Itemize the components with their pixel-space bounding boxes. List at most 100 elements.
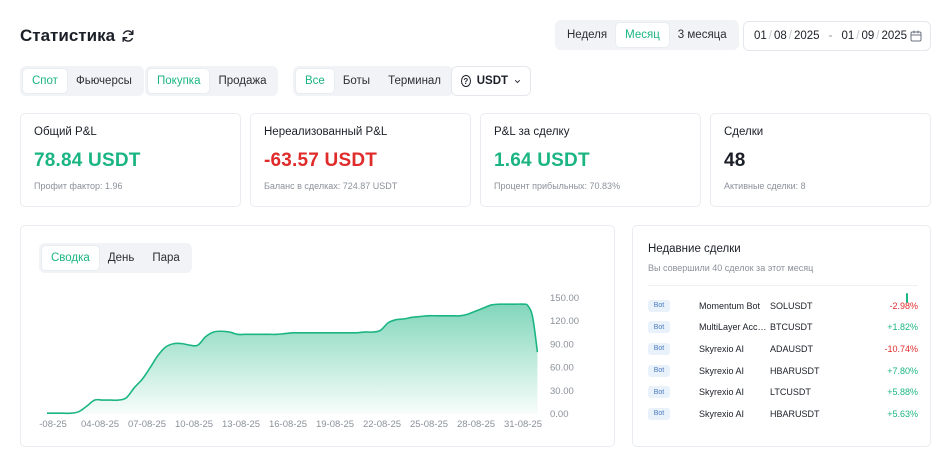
recent-trades-scrollbar[interactable] [906,293,908,303]
market-filter: Спот Фьючерсы [20,66,144,96]
tab-week[interactable]: Неделя [558,23,616,47]
trade-bot-name: MultiLayer Accumulator [699,322,770,333]
trade-pnl: -2.98% [889,300,918,311]
trade-row[interactable]: Bot Skyrexio AI ADAUSDT -10.74% [648,338,918,360]
stat-value: -63.57 USDT [264,150,378,171]
stat-label: Общий P&L [34,126,97,138]
x-tick-label: 28-08-25 [457,419,495,430]
trade-pnl: -10.74% [884,343,918,354]
stat-card-trades: Сделки 48 Активные сделки: 8 [710,113,931,207]
trade-bot-name: Skyrexio AI [699,343,745,354]
x-tick-label: 19-08-25 [316,419,354,430]
date-to-month[interactable]: 09 [861,30,874,42]
period-tabs: Неделя Месяц 3 месяца [555,20,739,50]
x-tick-label: 31-08-25 [504,419,542,430]
trade-row[interactable]: Bot Skyrexio AI LTCUSDT +5.88% [648,381,918,403]
stat-card-pnl-per-trade: P&L за сделку 1.64 USDT Процент прибыльн… [480,113,701,207]
help-icon: ? [461,75,471,87]
y-tick-label: 90.00 [550,339,574,350]
filter-futures[interactable]: Фьючерсы [67,69,141,93]
stat-label: P&L за сделку [494,126,570,138]
x-tick-label: 10-08-25 [175,419,213,430]
stat-card-unrealized-pnl: Нереализованный P&L -63.57 USDT Баланс в… [250,113,471,207]
stat-sub: Активные сделки: 8 [724,181,806,191]
date-from-day[interactable]: 01 [754,30,767,42]
stat-sub: Баланс в сделках: 724.87 USDT [264,181,398,191]
recent-trades-subtitle: Вы совершили 40 сделок за этот месяц [648,263,814,273]
date-range-picker[interactable]: 01/ 08/ 2025 - 01/ 09/ 2025 [743,21,931,51]
stat-value: 48 [724,150,746,171]
tab-3-months[interactable]: 3 месяца [669,23,736,47]
trade-pair: SOLUSDT [770,300,813,311]
trade-row[interactable]: Bot Skyrexio AI HBARUSDT +5.63% [648,403,918,425]
source-filter: Все Боты Терминал [293,66,454,96]
trade-bot-name: Skyrexio AI [699,387,745,398]
currency-value: USDT [476,75,509,87]
stat-sub: Профит фактор: 1.96 [34,181,123,191]
x-tick-label: -08-25 [39,419,66,430]
x-tick-label: 07-08-25 [128,419,166,430]
date-from-year[interactable]: 2025 [794,30,820,42]
divider [648,285,918,286]
bot-badge: Bot [648,386,670,399]
trade-pair: HBARUSDT [770,408,820,419]
trade-pnl: +5.88% [887,387,918,398]
filter-terminal[interactable]: Терминал [379,69,450,93]
y-tick-label: 120.00 [550,316,579,327]
filter-sell[interactable]: Продажа [209,69,275,93]
recent-trades-title: Недавние сделки [648,243,741,255]
chevron-down-icon [515,79,521,83]
page-title-text: Статистика [20,26,116,45]
stat-value: 78.84 USDT [34,150,141,171]
x-tick-label: 04-08-25 [81,419,119,430]
trade-row[interactable]: Bot Momentum Bot SOLUSDT -2.98% [648,295,918,317]
y-tick-label: 60.00 [550,363,574,374]
filter-spot[interactable]: Спот [23,69,67,93]
bot-badge: Bot [648,342,670,355]
trade-bot-name: Momentum Bot [699,300,761,311]
bot-badge: Bot [648,299,670,312]
trade-pnl: +1.82% [887,322,918,333]
stat-card-total-pnl: Общий P&L 78.84 USDT Профит фактор: 1.96 [20,113,241,207]
bot-badge: Bot [648,407,670,420]
recent-trades-list: Bot Momentum Bot SOLUSDT -2.98% Bot Mult… [648,295,918,425]
x-tick-label: 13-08-25 [222,419,260,430]
refresh-icon[interactable] [121,29,135,43]
trade-bot-name: Skyrexio AI [699,408,745,419]
filter-buy[interactable]: Покупка [148,69,210,93]
pnl-area-fill [47,304,538,414]
calendar-icon[interactable] [910,30,922,42]
tab-month[interactable]: Месяц [616,23,669,47]
trade-row[interactable]: Bot Skyrexio AI HBARUSDT +7.80% [648,360,918,382]
x-tick-label: 22-08-25 [363,419,401,430]
trade-pair: ADAUSDT [770,343,814,354]
date-to-year[interactable]: 2025 [881,30,907,42]
tab-pair[interactable]: Пара [143,246,188,270]
y-tick-label: 30.00 [550,386,574,397]
bot-badge: Bot [648,364,670,377]
currency-select[interactable]: ? USDT [451,66,531,96]
date-to-day[interactable]: 01 [841,30,854,42]
tab-day[interactable]: День [99,246,144,270]
bot-badge: Bot [648,321,670,334]
chart-tabs: Сводка День Пара [39,243,192,273]
filter-all[interactable]: Все [296,69,334,93]
stat-label: Нереализованный P&L [264,126,388,138]
trade-pair: HBARUSDT [770,365,820,376]
side-filter: Покупка Продажа [145,66,279,96]
filter-bots[interactable]: Боты [334,69,379,93]
stat-sub: Процент прибыльных: 70.83% [494,181,621,191]
trade-pnl: +5.63% [887,408,918,419]
trade-pnl: +7.80% [887,365,918,376]
recent-trades-card: Недавние сделки Вы совершили 40 сделок з… [632,225,931,447]
tab-summary[interactable]: Сводка [42,246,99,270]
trade-bot-name: Skyrexio AI [699,365,745,376]
date-from-month[interactable]: 08 [774,30,787,42]
trade-pair: BTCUSDT [770,322,813,333]
trade-row[interactable]: Bot MultiLayer Accumulator BTCUSDT +1.82… [648,317,918,339]
date-range-dash: - [828,30,833,42]
x-tick-label: 25-08-25 [410,419,448,430]
pnl-chart-card: 150.00 120.00 90.00 60.00 30.00 0.00 -08-25 04-… [20,225,615,447]
page-title: Статистика [20,26,135,46]
stat-value: 1.64 USDT [494,150,590,171]
